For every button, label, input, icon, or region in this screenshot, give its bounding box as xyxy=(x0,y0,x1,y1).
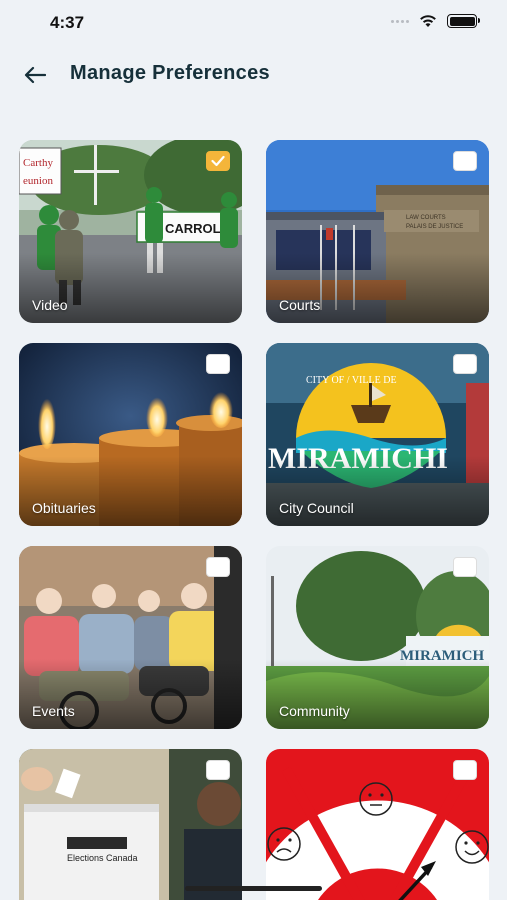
ballot-box-text: Elections Canada xyxy=(67,853,138,863)
checkmark-icon xyxy=(211,155,225,167)
home-indicator[interactable] xyxy=(185,886,322,891)
logo-arc-text: CITY OF / VILLE DE xyxy=(306,375,397,386)
page-title: Manage Preferences xyxy=(70,62,270,84)
checkbox[interactable] xyxy=(206,151,230,171)
card-label: Courts xyxy=(279,297,321,313)
preference-card-city-council[interactable]: CITY OF / VILLE DE MIRAMICHI City Counci… xyxy=(266,343,489,526)
arrow-left-icon xyxy=(24,66,46,84)
checkbox[interactable] xyxy=(206,354,230,374)
battery-icon xyxy=(447,14,480,28)
checkbox[interactable] xyxy=(453,151,477,171)
status-icons xyxy=(391,14,480,28)
preference-card-elections[interactable]: Elections Canada xyxy=(19,749,242,900)
checkbox[interactable] xyxy=(206,557,230,577)
header: Manage Preferences xyxy=(0,56,507,92)
sign-text-1: Carthy xyxy=(23,157,53,169)
preference-card-obituaries[interactable]: Obituaries xyxy=(19,343,242,526)
wifi-icon xyxy=(420,15,436,27)
plaque-text-1: LAW COURTS xyxy=(406,215,446,221)
card-label: Video xyxy=(32,297,68,313)
card-label: Events xyxy=(32,703,75,719)
card-label: City Council xyxy=(279,500,354,516)
sign-text-2: eunion xyxy=(23,175,53,187)
status-time: 4:37 xyxy=(50,13,85,32)
status-bar: 4:37 xyxy=(0,0,507,46)
card-label: Obituaries xyxy=(32,500,96,516)
signal-icon xyxy=(391,19,409,23)
preference-card-feedback[interactable] xyxy=(266,749,489,900)
preference-card-video[interactable]: Carthy eunion CARROLLS Video xyxy=(19,140,242,323)
preference-card-community[interactable]: MIRAMICH Community xyxy=(266,546,489,729)
checkbox[interactable] xyxy=(453,760,477,780)
card-label: Community xyxy=(279,703,350,719)
plaque-text-2: PALAIS DE JUSTICE xyxy=(406,224,463,230)
checkbox[interactable] xyxy=(453,354,477,374)
checkbox[interactable] xyxy=(453,557,477,577)
checkbox[interactable] xyxy=(206,760,230,780)
preference-card-events[interactable]: Events xyxy=(19,546,242,729)
preference-card-courts[interactable]: LAW COURTS PALAIS DE JUSTICE Courts xyxy=(266,140,489,323)
back-button[interactable] xyxy=(20,60,50,90)
